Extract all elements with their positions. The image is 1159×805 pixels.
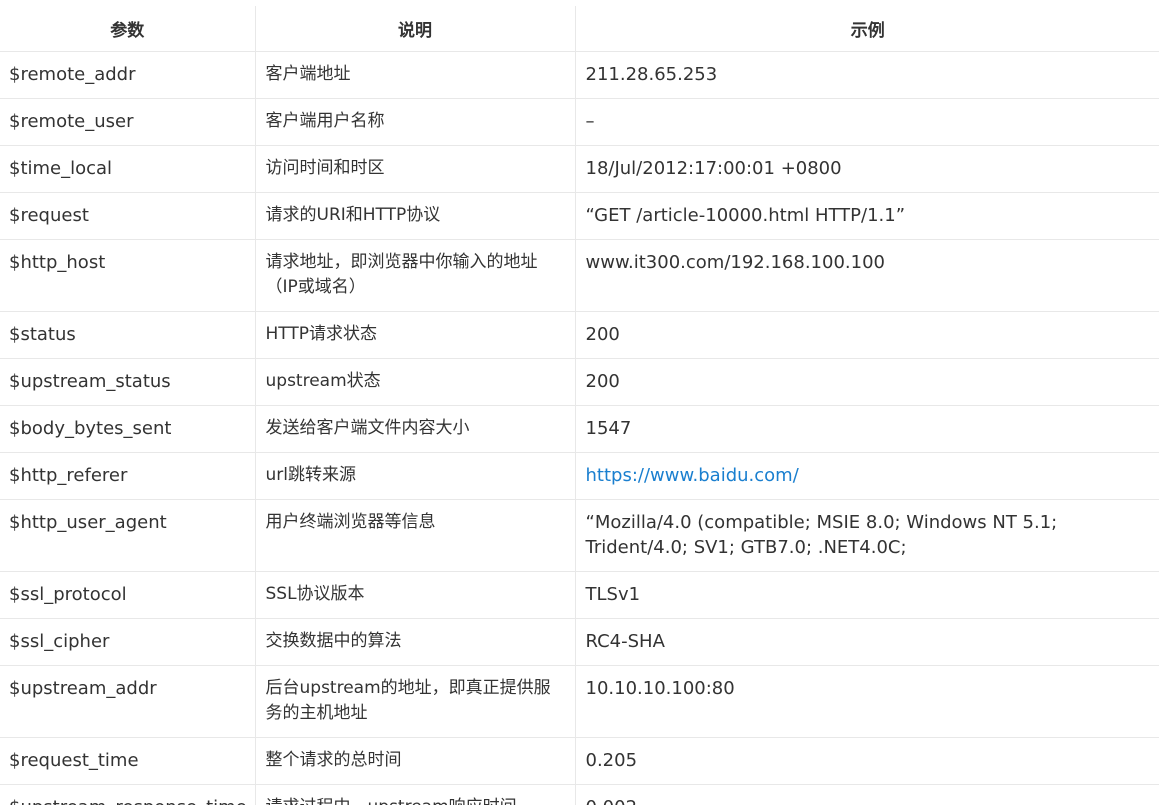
param-cell: $upstream_addr xyxy=(0,665,256,738)
param-cell: $http_referer xyxy=(0,452,256,500)
example-cell: TLSv1 xyxy=(575,571,1159,619)
param-cell: $time_local xyxy=(0,145,256,193)
table-row: $http_user_agent 用户终端浏览器等信息 “Mozilla/4.0… xyxy=(0,499,1159,572)
example-cell: “GET /article-10000.html HTTP/1.1” xyxy=(575,192,1159,240)
table-row: $request 请求的URI和HTTP协议 “GET /article-100… xyxy=(0,192,1159,240)
table-row: $http_host 请求地址，即浏览器中你输入的地址（IP或域名） www.i… xyxy=(0,239,1159,312)
desc-cell: 客户端用户名称 xyxy=(255,98,576,146)
desc-cell: url跳转来源 xyxy=(255,452,576,500)
table-row: $body_bytes_sent 发送给客户端文件内容大小 1547 xyxy=(0,405,1159,453)
table-row: $remote_user 客户端用户名称 – xyxy=(0,98,1159,146)
example-cell: https://www.baidu.com/ xyxy=(575,452,1159,500)
table-row: $remote_addr 客户端地址 211.28.65.253 xyxy=(0,51,1159,99)
desc-cell: 请求过程中，upstream响应时间 xyxy=(255,784,576,805)
example-cell: 10.10.10.100:80 xyxy=(575,665,1159,738)
example-cell: www.it300.com/192.168.100.100 xyxy=(575,239,1159,312)
table-row: $status HTTP请求状态 200 xyxy=(0,311,1159,359)
desc-cell: 访问时间和时区 xyxy=(255,145,576,193)
table-row: $time_local 访问时间和时区 18/Jul/2012:17:00:01… xyxy=(0,145,1159,193)
table-row: $upstream_status upstream状态 200 xyxy=(0,358,1159,406)
desc-cell: HTTP请求状态 xyxy=(255,311,576,359)
param-cell: $body_bytes_sent xyxy=(0,405,256,453)
param-cell: $ssl_protocol xyxy=(0,571,256,619)
desc-cell: 请求地址，即浏览器中你输入的地址（IP或域名） xyxy=(255,239,576,312)
column-header-example: 示例 xyxy=(575,6,1159,52)
desc-cell: 整个请求的总时间 xyxy=(255,737,576,785)
param-cell: $http_host xyxy=(0,239,256,312)
param-cell: $remote_user xyxy=(0,98,256,146)
example-cell: 200 xyxy=(575,311,1159,359)
example-cell: 0.205 xyxy=(575,737,1159,785)
table-row: $http_referer url跳转来源 https://www.baidu.… xyxy=(0,452,1159,500)
example-cell: 1547 xyxy=(575,405,1159,453)
table-header-row: 参数 说明 示例 xyxy=(0,6,1159,52)
desc-cell: upstream状态 xyxy=(255,358,576,406)
desc-cell: 请求的URI和HTTP协议 xyxy=(255,192,576,240)
example-cell: 18/Jul/2012:17:00:01 +0800 xyxy=(575,145,1159,193)
param-cell: $upstream_response_time xyxy=(0,784,256,805)
table-row: $ssl_cipher 交换数据中的算法 RC4-SHA xyxy=(0,618,1159,666)
table-row: $request_time 整个请求的总时间 0.205 xyxy=(0,737,1159,785)
table-row: $upstream_addr 后台upstream的地址，即真正提供服务的主机地… xyxy=(0,665,1159,738)
desc-cell: 发送给客户端文件内容大小 xyxy=(255,405,576,453)
param-cell: $http_user_agent xyxy=(0,499,256,572)
example-cell: 211.28.65.253 xyxy=(575,51,1159,99)
param-cell: $remote_addr xyxy=(0,51,256,99)
example-cell: “Mozilla/4.0 (compatible; MSIE 8.0; Wind… xyxy=(575,499,1159,572)
example-cell: – xyxy=(575,98,1159,146)
example-cell: 0.002 xyxy=(575,784,1159,805)
example-cell: 200 xyxy=(575,358,1159,406)
column-header-param: 参数 xyxy=(0,6,256,52)
nginx-log-variables-table: 参数 说明 示例 $remote_addr 客户端地址 211.28.65.25… xyxy=(0,6,1159,805)
param-cell: $request xyxy=(0,192,256,240)
table-row: $ssl_protocol SSL协议版本 TLSv1 xyxy=(0,571,1159,619)
page: 参数 说明 示例 $remote_addr 客户端地址 211.28.65.25… xyxy=(0,0,1159,805)
desc-cell: 客户端地址 xyxy=(255,51,576,99)
example-cell: RC4-SHA xyxy=(575,618,1159,666)
param-cell: $upstream_status xyxy=(0,358,256,406)
desc-cell: 后台upstream的地址，即真正提供服务的主机地址 xyxy=(255,665,576,738)
desc-cell: SSL协议版本 xyxy=(255,571,576,619)
param-cell: $request_time xyxy=(0,737,256,785)
desc-cell: 用户终端浏览器等信息 xyxy=(255,499,576,572)
param-cell: $ssl_cipher xyxy=(0,618,256,666)
table-row: $upstream_response_time 请求过程中，upstream响应… xyxy=(0,784,1159,805)
column-header-desc: 说明 xyxy=(255,6,576,52)
param-cell: $status xyxy=(0,311,256,359)
desc-cell: 交换数据中的算法 xyxy=(255,618,576,666)
referer-link[interactable]: https://www.baidu.com/ xyxy=(586,465,799,486)
